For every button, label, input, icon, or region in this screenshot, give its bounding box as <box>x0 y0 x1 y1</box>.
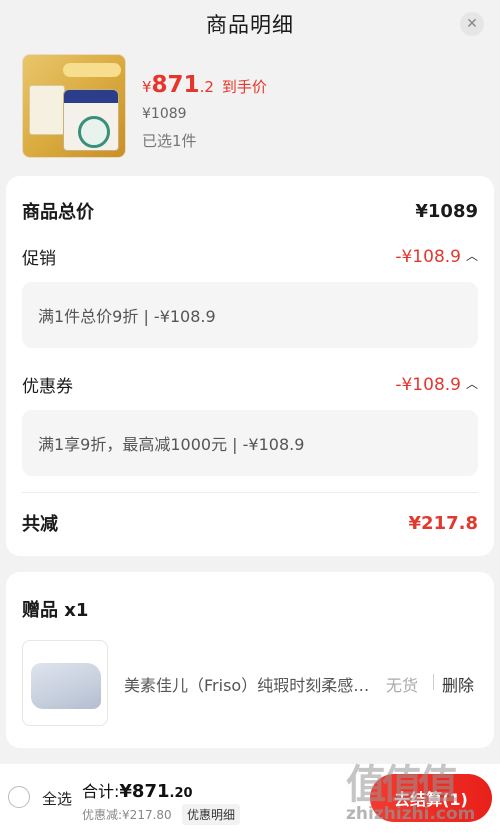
bottom-bar: 全选 合计: ¥871 .20 优惠减:¥217.80 优惠明细 去结算(1) <box>0 764 500 835</box>
delete-button[interactable]: 删除 <box>442 672 474 696</box>
original-price: ¥1089 <box>142 106 187 122</box>
promo-row[interactable]: 促销 -¥108.9 ︿ <box>22 244 478 270</box>
gift-name[interactable]: 美素佳儿（Friso）纯瑕时刻柔感浴巾 <box>124 672 376 696</box>
reduction-row: 共减 ¥217.8 <box>22 510 478 536</box>
price-breakdown-card: 商品总价 ¥1089 促销 -¥108.9 ︿ 满1件总价9折 | -¥108.9… <box>6 176 494 556</box>
divider <box>433 674 434 690</box>
page-title: 商品明细 <box>206 13 294 37</box>
product-summary: ¥ 871 .2 到手价 ¥1089 已选1件 <box>22 54 482 162</box>
discount-text: 优惠减:¥217.80 <box>82 808 172 822</box>
promo-label: 促销 <box>22 249 56 269</box>
select-all-label[interactable]: 全选 <box>42 788 72 809</box>
final-price: ¥ 871 .2 到手价 <box>142 72 267 98</box>
divider <box>22 492 478 493</box>
coupon-detail: 满1享9折，最高减1000元 | -¥108.9 <box>22 410 478 476</box>
chevron-up-icon[interactable]: ︿ <box>466 247 478 264</box>
product-image <box>22 54 126 158</box>
chevron-up-icon[interactable]: ︿ <box>466 375 478 392</box>
gift-card: 赠品 x1 美素佳儿（Friso）纯瑕时刻柔感浴巾 无货 删除 <box>6 572 494 748</box>
total-row: 商品总价 ¥1089 <box>22 198 478 224</box>
gift-title: 赠品 x1 <box>22 600 89 621</box>
checkout-button[interactable]: 去结算(1) <box>370 774 492 822</box>
coupon-value: -¥108.9 <box>395 374 461 395</box>
total-value: ¥1089 <box>415 200 478 222</box>
reduction-value: ¥217.8 <box>408 512 478 534</box>
close-icon[interactable]: ✕ <box>460 12 484 36</box>
reduction-label: 共减 <box>22 514 58 535</box>
promo-detail: 满1件总价9折 | -¥108.9 <box>22 282 478 348</box>
coupon-row[interactable]: 优惠券 -¥108.9 ︿ <box>22 372 478 398</box>
promo-value: -¥108.9 <box>395 246 461 267</box>
header: 商品明细 ✕ <box>0 0 500 48</box>
price-tag: 到手价 <box>221 78 267 96</box>
discount-detail-button[interactable]: 优惠明细 <box>182 804 241 825</box>
total-label: 商品总价 <box>22 202 94 223</box>
gift-status: 无货 <box>386 676 419 695</box>
gift-image <box>22 640 108 726</box>
select-all-radio[interactable] <box>8 786 30 808</box>
coupon-label: 优惠券 <box>22 377 73 397</box>
total-amount: 合计: ¥871 .20 <box>82 781 193 802</box>
selected-count: 已选1件 <box>142 132 197 150</box>
